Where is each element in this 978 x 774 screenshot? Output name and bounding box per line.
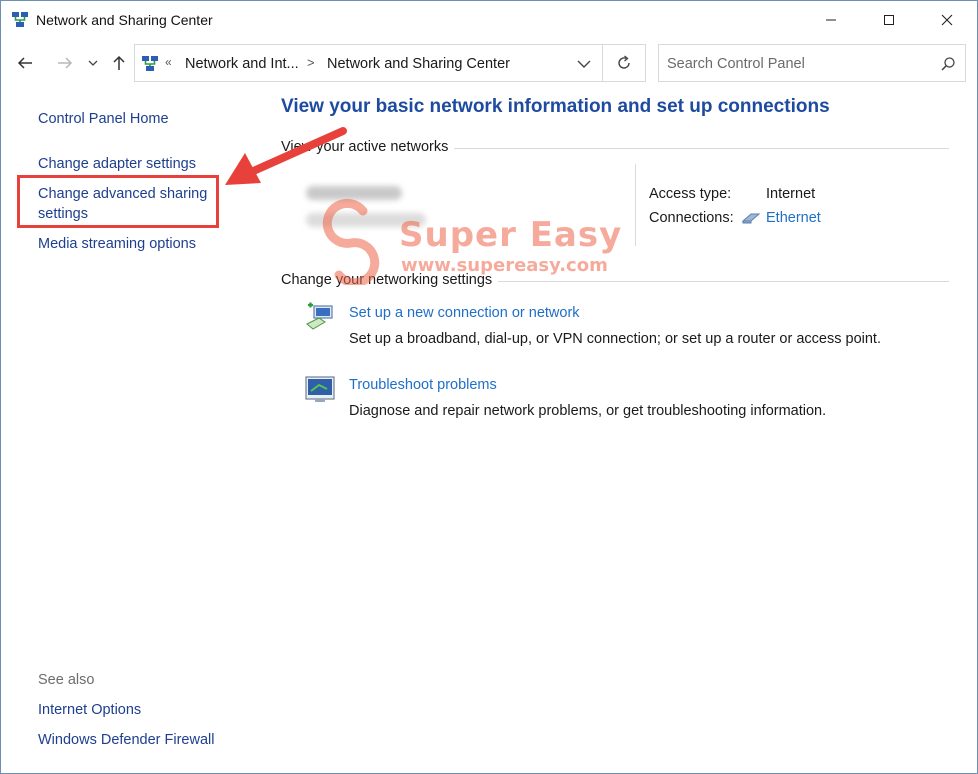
maximize-button[interactable] (860, 1, 918, 39)
navigation-bar: « Network and Int... > Network and Shari… (1, 43, 977, 83)
window-title: Network and Sharing Center (36, 12, 213, 28)
minimize-button[interactable] (802, 1, 860, 39)
troubleshoot-description: Diagnose and repair network problems, or… (349, 403, 827, 419)
access-type-label: Access type: (649, 186, 732, 202)
access-type-value: Internet (766, 186, 816, 202)
watermark-brand: Super Easy (399, 215, 623, 255)
search-box[interactable] (658, 44, 966, 82)
highlight-box (17, 175, 219, 228)
search-input[interactable] (667, 54, 927, 74)
ethernet-link[interactable]: Ethernet (766, 210, 821, 226)
windows-defender-firewall-link[interactable]: Windows Defender Firewall (38, 730, 214, 750)
watermark: Super Easy www.supereasy.com (319, 193, 639, 289)
minimize-icon (826, 19, 836, 21)
back-button[interactable] (13, 51, 37, 75)
close-button[interactable] (918, 1, 976, 39)
arrow-right-icon (58, 57, 73, 69)
annotation-arrow (225, 127, 347, 185)
breadcrumb-network-and-internet[interactable]: Network and Int... (185, 56, 299, 72)
page-title: View your basic network information and … (281, 96, 830, 117)
setup-connection-description: Set up a broadband, dial-up, or VPN conn… (349, 331, 881, 347)
media-streaming-options-link[interactable]: Media streaming options (38, 234, 196, 254)
refresh-button[interactable] (603, 44, 646, 82)
internet-options-link[interactable]: Internet Options (38, 700, 141, 720)
breadcrumb-overflow[interactable]: « (165, 55, 172, 69)
arrow-up-icon (113, 55, 125, 70)
maximize-icon (884, 15, 894, 25)
window: Network and Sharing Center « Network and… (0, 0, 978, 774)
chevron-down-icon (88, 60, 98, 66)
change-adapter-settings-link[interactable]: Change adapter settings (38, 154, 196, 174)
up-button[interactable] (107, 51, 131, 75)
watermark-url: www.supereasy.com (401, 255, 608, 276)
troubleshoot-link[interactable]: Troubleshoot problems (349, 377, 497, 393)
see-also-label: See also (38, 672, 95, 688)
refresh-icon (618, 55, 630, 69)
recent-locations-button[interactable] (83, 51, 103, 75)
control-panel-home-link[interactable]: Control Panel Home (38, 109, 169, 129)
troubleshoot-icon (305, 376, 335, 402)
control-panel-icon (142, 56, 158, 71)
arrow-left-icon (17, 57, 32, 69)
address-dropdown-icon[interactable] (575, 57, 593, 71)
search-icon[interactable] (940, 56, 956, 72)
connections-label: Connections: (649, 210, 734, 226)
breadcrumb-separator[interactable]: > (307, 55, 315, 70)
breadcrumb-network-sharing-center[interactable]: Network and Sharing Center (327, 56, 510, 72)
setup-connection-link[interactable]: Set up a new connection or network (349, 305, 580, 321)
watermark-logo-icon (322, 198, 380, 285)
network-sharing-icon (12, 12, 28, 27)
ethernet-icon (741, 213, 761, 224)
network-setup-icon (306, 302, 333, 330)
address-bar[interactable]: « Network and Int... > Network and Shari… (134, 44, 603, 82)
forward-button[interactable] (53, 51, 77, 75)
close-icon (941, 14, 953, 26)
title-bar: Network and Sharing Center (1, 1, 977, 39)
